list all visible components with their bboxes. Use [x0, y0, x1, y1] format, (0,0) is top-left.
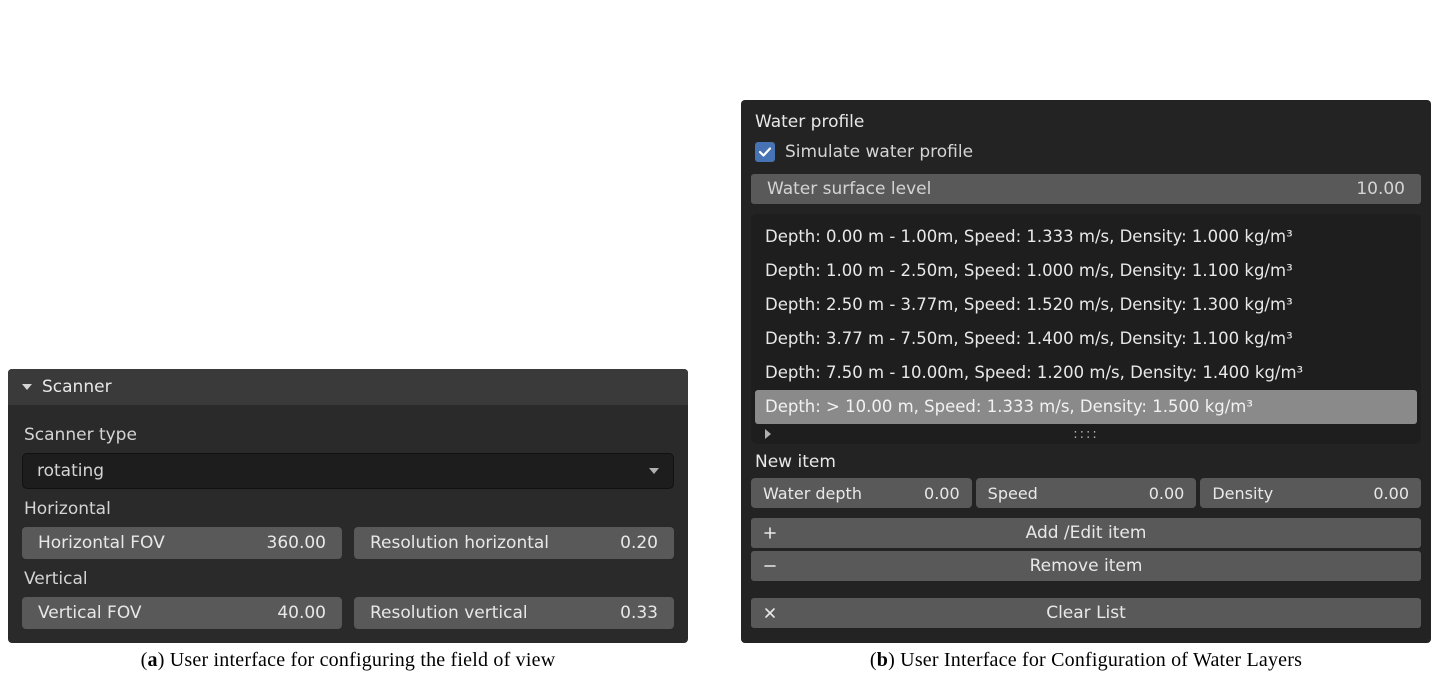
- field-value: 0.00: [1373, 484, 1409, 503]
- button-label: Add /Edit item: [763, 523, 1409, 543]
- remove-item-button[interactable]: Remove item: [751, 551, 1421, 581]
- scanner-type-label: Scanner type: [24, 425, 672, 445]
- field-label: Water surface level: [767, 179, 931, 199]
- water-surface-level-field[interactable]: Water surface level 10.00: [751, 174, 1421, 204]
- field-label: Resolution horizontal: [370, 533, 549, 553]
- list-footer: ::::: [755, 424, 1417, 444]
- field-label: Speed: [988, 484, 1038, 503]
- scanner-panel: Scanner Scanner type rotating Horizontal…: [8, 369, 688, 643]
- resolution-horizontal-field[interactable]: Resolution horizontal 0.20: [354, 527, 674, 559]
- scanner-panel-header[interactable]: Scanner: [8, 369, 688, 405]
- list-item[interactable]: Depth: 0.00 m - 1.00m, Speed: 1.333 m/s,…: [755, 220, 1417, 254]
- list-item[interactable]: Depth: 1.00 m - 2.50m, Speed: 1.000 m/s,…: [755, 254, 1417, 288]
- expand-icon[interactable]: [765, 429, 771, 439]
- field-label: Horizontal FOV: [38, 533, 165, 553]
- clear-list-button[interactable]: Clear List: [751, 598, 1421, 628]
- simulate-label: Simulate water profile: [785, 142, 973, 162]
- field-label: Water depth: [763, 484, 862, 503]
- caption-a: (a) User interface for configuring the f…: [141, 649, 556, 672]
- list-item[interactable]: Depth: 2.50 m - 3.77m, Speed: 1.520 m/s,…: [755, 288, 1417, 322]
- resolution-vertical-field[interactable]: Resolution vertical 0.33: [354, 597, 674, 629]
- simulate-checkbox[interactable]: [755, 142, 775, 162]
- list-item[interactable]: Depth: 7.50 m - 10.00m, Speed: 1.200 m/s…: [755, 356, 1417, 390]
- button-label: Clear List: [763, 603, 1409, 623]
- vertical-label: Vertical: [24, 569, 672, 589]
- density-field[interactable]: Density 0.00: [1200, 478, 1421, 508]
- field-value: 0.33: [620, 603, 658, 623]
- water-depth-field[interactable]: Water depth 0.00: [751, 478, 972, 508]
- vertical-fov-field[interactable]: Vertical FOV 40.00: [22, 597, 342, 629]
- button-label: Remove item: [763, 556, 1409, 576]
- list-item[interactable]: Depth: 3.77 m - 7.50m, Speed: 1.400 m/s,…: [755, 322, 1417, 356]
- new-item-label: New item: [755, 452, 1417, 472]
- panel-title: Water profile: [755, 112, 1417, 132]
- field-label: Vertical FOV: [38, 603, 142, 623]
- collapse-icon: [22, 384, 32, 390]
- speed-field[interactable]: Speed 0.00: [976, 478, 1197, 508]
- check-icon: [758, 145, 772, 159]
- field-label: Resolution vertical: [370, 603, 528, 623]
- close-icon: [763, 606, 777, 620]
- add-edit-item-button[interactable]: Add /Edit item: [751, 518, 1421, 548]
- resize-grip-icon[interactable]: ::::: [1073, 427, 1099, 442]
- field-label: Density: [1212, 484, 1273, 503]
- list-item[interactable]: Depth: > 10.00 m, Speed: 1.333 m/s, Dens…: [755, 390, 1417, 424]
- caption-b: (b) User Interface for Configuration of …: [870, 649, 1302, 672]
- field-value: 10.00: [1356, 179, 1405, 199]
- scanner-type-dropdown[interactable]: rotating: [22, 453, 674, 489]
- field-value: 40.00: [277, 603, 326, 623]
- field-value: 0.00: [1149, 484, 1185, 503]
- water-profile-panel: Water profile Simulate water profile Wat…: [741, 100, 1431, 643]
- plus-icon: [763, 526, 777, 540]
- water-layers-listbox[interactable]: Depth: 0.00 m - 1.00m, Speed: 1.333 m/s,…: [751, 214, 1421, 444]
- chevron-down-icon: [649, 468, 659, 474]
- horizontal-fov-field[interactable]: Horizontal FOV 360.00: [22, 527, 342, 559]
- panel-title: Scanner: [42, 377, 112, 397]
- field-value: 0.00: [924, 484, 960, 503]
- field-value: 360.00: [267, 533, 326, 553]
- minus-icon: [763, 559, 777, 573]
- scanner-type-value: rotating: [37, 461, 104, 481]
- field-value: 0.20: [620, 533, 658, 553]
- horizontal-label: Horizontal: [24, 499, 672, 519]
